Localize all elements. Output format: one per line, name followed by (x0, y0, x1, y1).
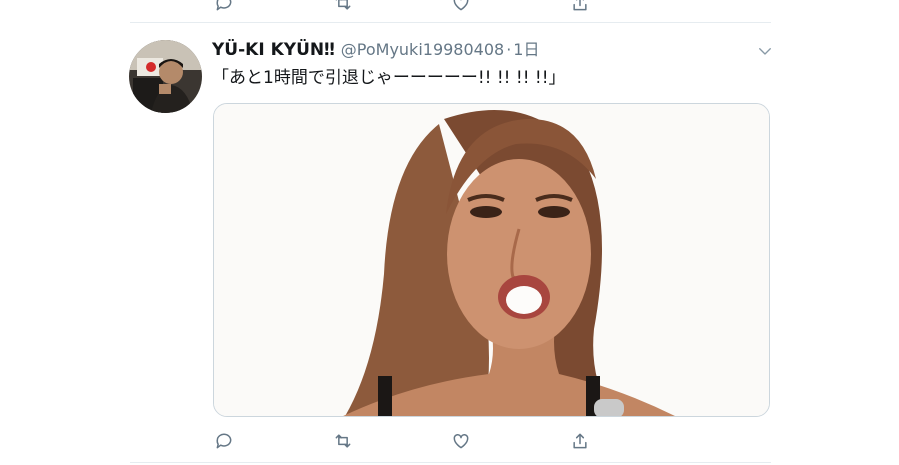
timestamp[interactable]: 1日 (513, 36, 539, 60)
display-name[interactable]: YÜ-KI KYÜN‼ (212, 40, 335, 60)
separator-dot: · (506, 40, 512, 59)
avatar[interactable] (129, 40, 202, 113)
share-icon[interactable] (568, 0, 592, 15)
tweet-text: 「あと1時間で引退じゃーーーーー!! !! !! !!」 (212, 68, 566, 88)
tweet-divider (130, 22, 771, 23)
retweet-icon[interactable] (331, 0, 355, 15)
tweet-divider (130, 462, 771, 463)
reply-icon[interactable] (212, 0, 236, 15)
tweet-media-photo[interactable] (213, 103, 770, 417)
previous-tweet-actions (212, 0, 592, 15)
like-icon[interactable] (449, 429, 473, 453)
retweet-icon[interactable] (331, 429, 355, 453)
share-icon[interactable] (568, 429, 592, 453)
reply-icon[interactable] (212, 429, 236, 453)
like-icon[interactable] (449, 0, 473, 15)
tweet-actions (212, 429, 592, 453)
user-handle[interactable]: @PoMyuki19980408 (341, 40, 504, 59)
chevron-down-icon[interactable] (756, 42, 774, 60)
tweet-header: YÜ-KI KYÜN‼ @PoMyuki19980408 · 1日 (212, 36, 539, 62)
